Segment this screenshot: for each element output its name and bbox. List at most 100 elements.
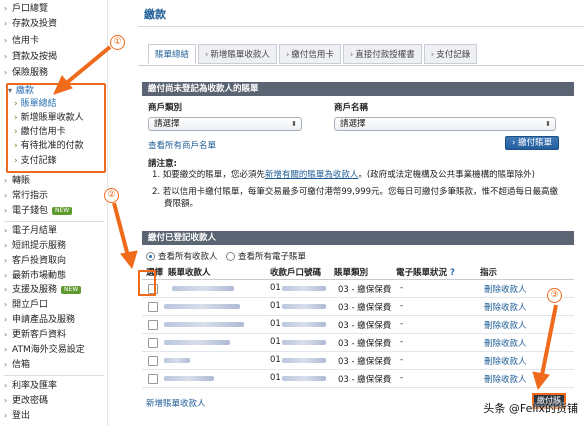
row-checkbox[interactable]: [148, 320, 158, 330]
chevron-right-icon: ›: [4, 256, 8, 265]
annotation-box-checkbox: [138, 270, 156, 296]
main-content: 繳款 賬單總結 › 新增賬單收款人 › 繳付信用卡 › 直接付款授權書 › 支付記錄 繳…: [138, 0, 584, 426]
sidebar-item-deposits[interactable]: › 存款及投資: [0, 17, 108, 31]
select-arrows-icon: ⬍: [545, 120, 551, 128]
sidebar-item-insurance[interactable]: › 保險服務: [0, 66, 108, 80]
tab-add-payee[interactable]: › 新增賬單收款人: [198, 44, 277, 64]
chevron-right-icon: ›: [4, 191, 8, 200]
tab-pay-credit-card[interactable]: › 繳付信用卡: [278, 44, 341, 64]
sidebar-item-support[interactable]: › 支援及服務 NEW: [0, 283, 108, 297]
sidebar-item-mailbox[interactable]: › 信箱: [0, 358, 108, 372]
sidebar-item-estatement[interactable]: › 電子月結單: [0, 224, 108, 238]
sidebar-item-e-wallet[interactable]: › 電子錢包 NEW: [0, 204, 108, 218]
redacted-account-number: [282, 340, 326, 345]
chevron-right-icon: ›: [4, 68, 8, 77]
sidebar-item-payments[interactable]: ▾ 繳款: [4, 84, 112, 98]
unregistered-panel-heading: 繳付尚未登記為收款人的賬單: [142, 82, 574, 96]
sidebar-item-open-account[interactable]: › 開立戶口: [0, 298, 108, 312]
table-row: 01 03 - 繳保保費 - 刪除收款人: [142, 370, 574, 388]
sidebar-item-sms-alerts[interactable]: › 短訊提示服務: [0, 239, 108, 253]
delete-payee-link[interactable]: 刪除收款人: [484, 301, 527, 313]
sidebar-subitem-add-payee[interactable]: 新增賬單收款人: [14, 111, 104, 125]
merchant-name-select[interactable]: 請選擇 ⬍: [334, 117, 556, 131]
sidebar-item-atm-overseas[interactable]: › ATM海外交易設定: [0, 343, 108, 357]
delete-payee-link[interactable]: 刪除收款人: [484, 283, 527, 295]
add-payee-inline-link[interactable]: 新增有關的賬單為收款人: [265, 170, 359, 180]
chevron-right-icon: ›: [4, 300, 8, 309]
merchant-type-select[interactable]: 請選擇 ⬍: [148, 117, 302, 131]
sidebar-item-market-news[interactable]: › 最新市場動態: [0, 269, 108, 283]
ebill-status: -: [400, 355, 404, 365]
chevron-right-icon: ›: [4, 345, 8, 354]
redacted-payee-name: [172, 286, 234, 291]
bill-category: 03 - 繳保保費: [338, 303, 392, 313]
add-payee-link[interactable]: 新增賬單收款人: [146, 397, 206, 409]
row-checkbox[interactable]: [148, 356, 158, 366]
sidebar-item-logout[interactable]: › 登出: [0, 409, 108, 423]
sidebar-item-account-overview[interactable]: › 戶口總覽: [0, 2, 108, 16]
account-number: 01: [270, 283, 281, 293]
view-all-merchants-link[interactable]: 查看所有商戶名單: [148, 139, 216, 151]
sidebar-item-credit-card[interactable]: › 信用卡: [0, 34, 108, 48]
sidebar-item-change-password[interactable]: › 更改密碼: [0, 394, 108, 408]
pay-bill-button[interactable]: › 繳付賬單: [505, 136, 560, 150]
radio-all-ebills[interactable]: 查看所有電子賬單: [226, 250, 306, 262]
sidebar-subitem-pending-payments[interactable]: 有待批准的付款: [14, 139, 104, 153]
chevron-right-icon: ›: [4, 52, 8, 61]
account-number: 01: [270, 337, 281, 347]
new-badge: NEW: [61, 286, 82, 294]
sidebar-subitem-bill-summary[interactable]: 賬單總結: [14, 97, 104, 111]
account-number: 01: [270, 301, 281, 311]
account-number: 01: [270, 355, 281, 365]
redacted-payee-name: [164, 376, 214, 381]
tab-bill-summary[interactable]: 賬單總結: [148, 44, 197, 64]
delete-payee-link[interactable]: 刪除收款人: [484, 319, 527, 331]
chevron-right-icon: ›: [4, 176, 8, 185]
chevron-right-icon: ›: [4, 315, 8, 324]
row-checkbox[interactable]: [148, 374, 158, 384]
redacted-account-number: [282, 376, 326, 381]
redacted-payee-name: [164, 358, 190, 363]
help-icon[interactable]: ?: [450, 268, 455, 278]
select-arrows-icon: ⬍: [291, 120, 297, 128]
bill-category: 03 - 繳保保費: [338, 285, 392, 295]
radio-selected-icon: [146, 251, 155, 261]
row-checkbox[interactable]: [148, 338, 158, 348]
row-checkbox[interactable]: [148, 302, 158, 312]
sidebar-item-transfer[interactable]: › 轉賬: [0, 174, 108, 188]
tab-payment-history[interactable]: › 支付記錄: [423, 44, 478, 64]
chevron-right-icon: ›: [4, 36, 8, 45]
bill-category: 03 - 繳保保費: [338, 339, 392, 349]
redacted-account-number: [282, 304, 326, 309]
redacted-payee-name: [164, 340, 230, 345]
table-row: 01 03 - 繳保保費 - 刪除收款人: [142, 280, 574, 298]
arrow-2-shaft: [112, 202, 130, 257]
sidebar-item-update-info[interactable]: › 更新客戶資料: [0, 328, 108, 342]
delete-payee-link[interactable]: 刪除收款人: [484, 373, 527, 385]
chevron-right-icon: ›: [4, 19, 8, 28]
chevron-right-icon: ›: [205, 50, 209, 60]
ebill-status: -: [400, 319, 404, 329]
col-header-action: 指示: [480, 268, 498, 278]
ebill-status: -: [400, 337, 404, 347]
table-row: 01 03 - 繳保保費 - 刪除收款人: [142, 316, 574, 334]
sidebar-item-loans[interactable]: › 貸款及按揭: [0, 50, 108, 64]
delete-payee-link[interactable]: 刪除收款人: [484, 337, 527, 349]
col-header-account: 收款戶口號碼: [270, 268, 322, 278]
sidebar-subitem-payment-history[interactable]: 支付記錄: [14, 154, 104, 168]
radio-all-payees[interactable]: 查看所有收款人: [146, 250, 218, 262]
page-title: 繳款: [144, 8, 166, 21]
sidebar-item-risk-profile[interactable]: › 客戶投資取向: [0, 254, 108, 268]
sidebar-item-rates[interactable]: › 利率及匯率: [0, 379, 108, 393]
sidebar-subitem-pay-credit-card[interactable]: 繳付信用卡: [14, 125, 104, 139]
sidebar-item-standing-instructions[interactable]: › 常行指示: [0, 189, 108, 203]
tab-direct-debit[interactable]: › 直接付款授權書: [342, 44, 422, 64]
chevron-right-icon: ›: [4, 226, 8, 235]
annotation-number-3: ③: [547, 288, 562, 303]
sidebar-item-apply-products[interactable]: › 申請產品及服務: [0, 313, 108, 327]
delete-payee-link[interactable]: 刪除收款人: [484, 355, 527, 367]
tab-divider: [138, 65, 584, 66]
chevron-right-icon: ›: [285, 50, 290, 60]
tab-bar: 賬單總結 › 新增賬單收款人 › 繳付信用卡 › 直接付款授權書 › 支付記錄: [148, 44, 479, 66]
merchant-name-label: 商戶名稱: [334, 103, 369, 113]
